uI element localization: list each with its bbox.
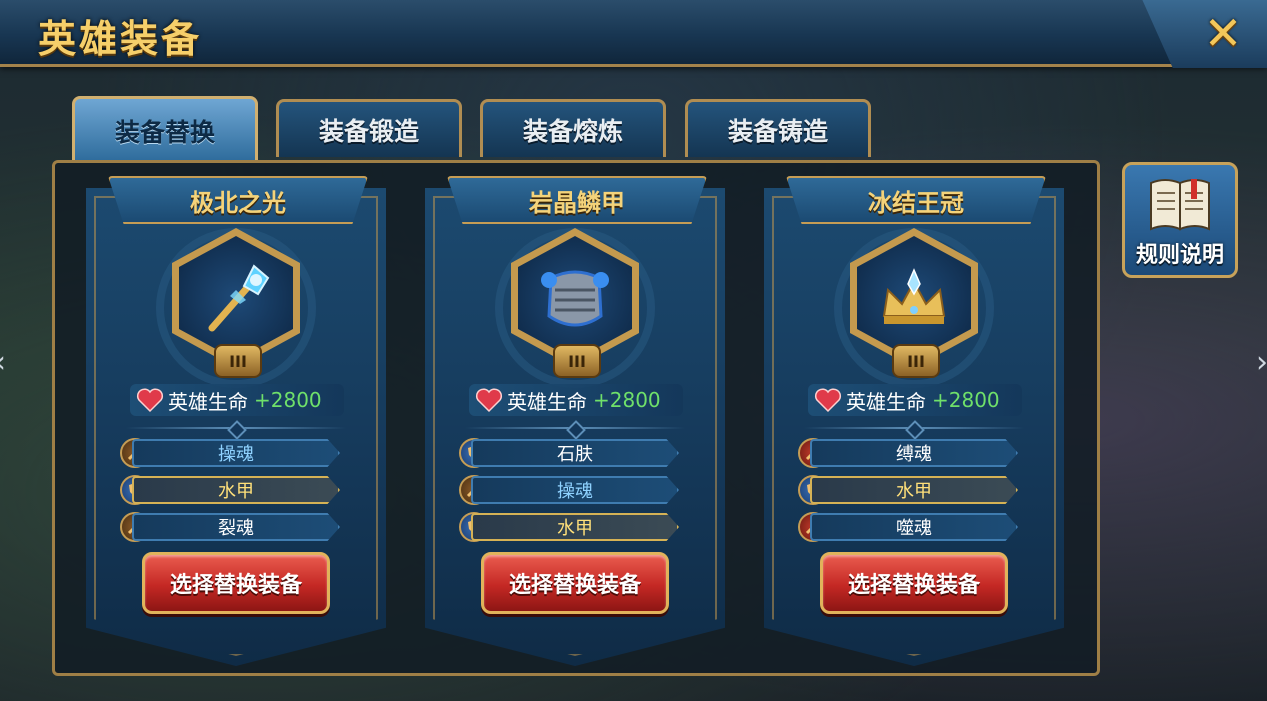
- gem-slot[interactable]: 噬魂: [810, 513, 1018, 541]
- equipment-name: 岩晶鳞甲: [529, 188, 625, 217]
- tab-equipment-replace[interactable]: 装备替换: [72, 96, 258, 162]
- heart-icon: [475, 388, 503, 413]
- rank-badge: III: [553, 344, 601, 378]
- stat-label: 英雄生命: [846, 389, 926, 414]
- card-title-bar: 极北之光: [108, 176, 368, 224]
- gem-slot[interactable]: 操魂: [471, 476, 679, 504]
- page-title: 英雄装备: [38, 17, 203, 61]
- prev-arrow-icon[interactable]: ‹: [0, 345, 6, 380]
- stat-value: +2800: [254, 388, 322, 412]
- stat-value: +2800: [932, 388, 1000, 412]
- stat-label: 英雄生命: [507, 389, 587, 414]
- rules-button[interactable]: 规则说明: [1122, 162, 1238, 278]
- armor-icon[interactable]: [535, 260, 615, 340]
- header-bar: 英雄装备 ✕: [0, 0, 1267, 68]
- tab-equipment-cast[interactable]: 装备铸造: [685, 99, 871, 157]
- card-title-bar: 冰结王冠: [786, 176, 1046, 224]
- stat-row: 英雄生命 +2800: [808, 384, 1022, 416]
- tab-equipment-smelt[interactable]: 装备熔炼: [480, 99, 666, 157]
- equipment-card: 岩晶鳞甲 III 英雄生命 +2800 石肤 操魂 水甲 选择替换装备: [425, 176, 725, 666]
- close-icon: ✕: [1203, 6, 1243, 60]
- select-replace-button[interactable]: 选择替换装备: [142, 552, 330, 614]
- gem-slot[interactable]: 水甲: [471, 513, 679, 541]
- rules-label: 规则说明: [1135, 243, 1224, 268]
- crown-icon[interactable]: [874, 260, 954, 340]
- gem-slot[interactable]: 裂魂: [132, 513, 340, 541]
- stat-label: 英雄生命: [168, 389, 248, 414]
- stat-value: +2800: [593, 388, 661, 412]
- equipment-card: 冰结王冠 III 英雄生命 +2800 缚魂 水甲 噬魂 选择替换装备: [764, 176, 1064, 666]
- stat-row: 英雄生命 +2800: [130, 384, 344, 416]
- gem-slot[interactable]: 水甲: [810, 476, 1018, 504]
- stat-row: 英雄生命 +2800: [469, 384, 683, 416]
- tab-equipment-forge[interactable]: 装备锻造: [276, 99, 462, 157]
- gem-slot[interactable]: 水甲: [132, 476, 340, 504]
- book-icon: [1150, 179, 1210, 231]
- select-replace-button[interactable]: 选择替换装备: [820, 552, 1008, 614]
- ice-staff-icon[interactable]: [196, 260, 276, 340]
- heart-icon: [814, 388, 842, 413]
- close-button[interactable]: ✕: [1193, 6, 1253, 60]
- select-replace-button[interactable]: 选择替换装备: [481, 552, 669, 614]
- next-arrow-icon[interactable]: ›: [1256, 345, 1267, 380]
- equipment-name: 极北之光: [190, 188, 286, 217]
- gem-slot[interactable]: 操魂: [132, 439, 340, 467]
- gem-slot[interactable]: 缚魂: [810, 439, 1018, 467]
- gem-slot[interactable]: 石肤: [471, 439, 679, 467]
- rank-badge: III: [892, 344, 940, 378]
- card-title-bar: 岩晶鳞甲: [447, 176, 707, 224]
- equipment-name: 冰结王冠: [868, 188, 964, 217]
- heart-icon: [136, 388, 164, 413]
- equipment-card: 极北之光 III 英雄生命 +2800 操魂 水甲 裂魂 选择替换装备: [86, 176, 386, 666]
- rank-badge: III: [214, 344, 262, 378]
